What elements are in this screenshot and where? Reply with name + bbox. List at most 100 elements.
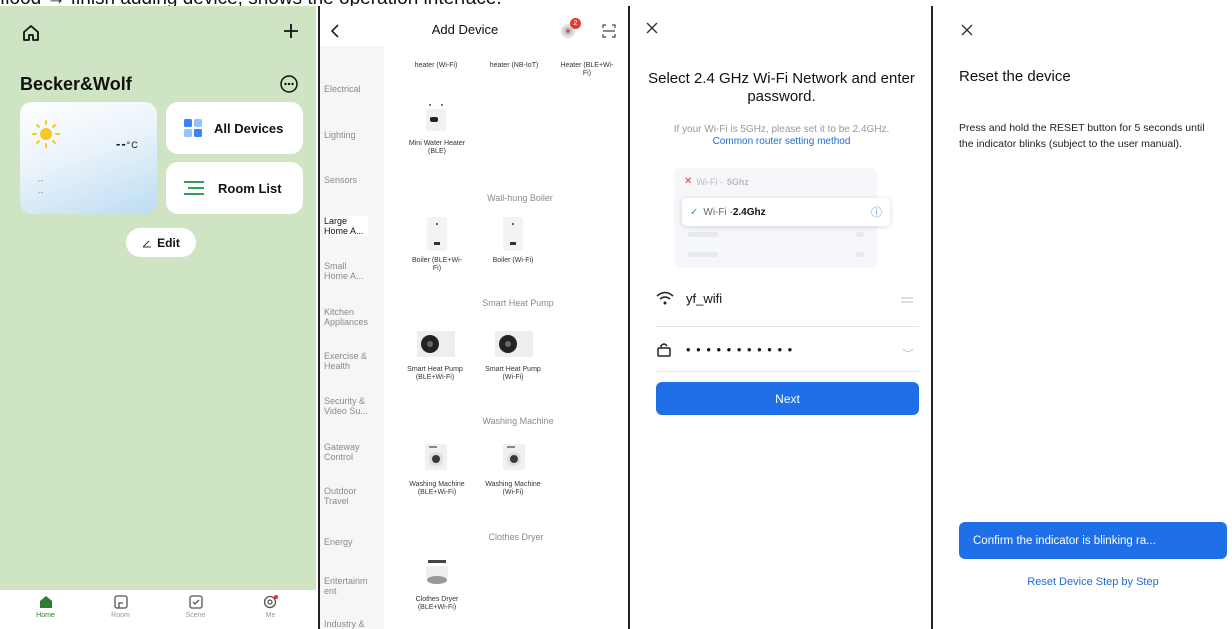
device-heat-pump-wifi[interactable]: Smart Heat Pump (Wi-Fi) (484, 366, 542, 382)
confirm-blinking-button[interactable]: Confirm the indicator is blinking ra... (959, 522, 1227, 559)
password-divider (656, 371, 919, 372)
category-lighting[interactable]: Lighting (324, 130, 384, 140)
wifi-title: Select 2.4 GHz Wi-Fi Network and enter p… (648, 70, 915, 105)
more-icon[interactable] (279, 74, 299, 94)
boiler-image (426, 216, 448, 252)
device-boiler-ble-wifi[interactable]: Boiler (BLE+Wi-Fi) (408, 257, 466, 273)
add-device-screen: Add Device 2 Electrical Lighting Sensors… (318, 6, 626, 629)
washer-image (424, 443, 448, 471)
lock-icon (656, 341, 672, 357)
scan-qr-icon[interactable] (602, 24, 616, 38)
washer-image-2 (502, 443, 526, 471)
grid-icon (184, 119, 202, 137)
info-icon: ⓘ (871, 207, 882, 219)
wifi-note-text: If your Wi-Fi is 5GHz, please set it to … (673, 124, 890, 135)
reset-instructions: Press and hold the RESET button for 5 se… (959, 122, 1205, 150)
section-washing-machine: Washing Machine (482, 416, 554, 426)
category-electrical[interactable]: Electrical (324, 84, 384, 94)
heat-pump-image-2 (494, 330, 534, 358)
reset-device-screen: Reset the device Press and hold the RESE… (931, 6, 1232, 629)
tab-home-label: Home (36, 612, 55, 619)
weather-detail-2: -- (38, 188, 44, 197)
category-security[interactable]: Security & Video Su... (324, 396, 368, 416)
reset-title: Reset the device (959, 68, 1071, 85)
tab-scene[interactable]: Scene (166, 590, 226, 629)
next-button[interactable]: Next (656, 382, 919, 415)
network-5ghz: ✕ Wi-Fi - 5Ghz (684, 176, 749, 187)
router-setting-link[interactable]: Common router setting method (640, 136, 923, 148)
device-heater-wifi[interactable]: heater (Wi-Fi) (407, 62, 465, 70)
category-entertainment[interactable]: Entertainm ent (324, 576, 368, 596)
category-industry[interactable]: Industry & (324, 619, 384, 629)
ssid-divider (656, 326, 919, 327)
home-screen: Becker&Wolf --°C -- -- All Devices Room … (0, 6, 316, 629)
placeholder-bar (688, 232, 718, 237)
tab-room[interactable]: Room (91, 590, 151, 629)
category-outdoor[interactable]: Outdoor Travel (324, 486, 368, 506)
device-heater-ble-wifi[interactable]: Heater (BLE+Wi-Fi) (558, 62, 616, 78)
tab-me-label: Me (265, 612, 276, 619)
wifi-icon (656, 291, 674, 305)
network-5ghz-prefix: Wi-Fi - (696, 176, 723, 187)
device-washer-wifi[interactable]: Washing Machine (Wi-Fi) (484, 481, 542, 497)
placeholder-dot-2 (856, 252, 864, 257)
add-icon[interactable] (282, 22, 300, 40)
home-icon[interactable] (22, 24, 40, 42)
room-list-label: Room List (218, 180, 282, 196)
device-clothes-dryer[interactable]: Clothes Dryer (BLE+Wi-Fi) (408, 596, 466, 612)
sun-icon (32, 120, 60, 148)
tab-home[interactable]: Home (16, 590, 76, 629)
boiler-image-2 (502, 216, 524, 252)
category-large-home[interactable]: Large Home A... (324, 216, 368, 236)
mini-heater-image (424, 103, 448, 133)
eye-icon[interactable] (902, 348, 914, 354)
device-mini-water-heater[interactable]: Mini Water Heater (BLE) (408, 140, 466, 156)
category-small-home[interactable]: Small Home A... (324, 261, 368, 281)
category-gateway[interactable]: Gateway Control (324, 442, 368, 462)
device-boiler-wifi[interactable]: Boiler (Wi-Fi) (484, 257, 542, 265)
all-devices-button[interactable]: All Devices (166, 102, 303, 154)
home-brand-title: Becker&Wolf (20, 74, 132, 94)
room-tab-icon (113, 595, 128, 609)
heat-pump-image (416, 330, 456, 358)
room-list-button[interactable]: Room List (166, 162, 303, 214)
weather-card[interactable]: --°C -- -- (20, 102, 157, 214)
notification-badge: 2 (570, 18, 581, 29)
network-24ghz: ✓ Wi-Fi - 2.4Ghz ⓘ (682, 198, 890, 226)
section-clothes-dryer: Clothes Dryer (488, 532, 544, 542)
tab-me[interactable]: Me (241, 590, 301, 629)
category-kitchen[interactable]: Kitchen Appliances (324, 307, 368, 327)
switch-network-icon[interactable] (900, 296, 914, 304)
dryer-image (422, 558, 452, 588)
me-tab-icon (263, 595, 278, 609)
category-exercise[interactable]: Exercise & Health (324, 351, 370, 371)
placeholder-dot (856, 232, 864, 237)
list-icon (184, 180, 204, 196)
scene-tab-icon (188, 595, 203, 609)
wifi-note: If your Wi-Fi is 5GHz, please set it to … (640, 124, 923, 148)
placeholder-bar-2 (688, 252, 718, 257)
network-5ghz-band: 5Ghz (726, 176, 749, 187)
device-heater-nbiot[interactable]: heater (NB-IoT) (485, 62, 543, 70)
home-tab-icon (39, 596, 52, 608)
tab-room-label: Room (111, 612, 130, 619)
password-field[interactable]: • • • • • • • • • • • (686, 342, 793, 357)
edit-label: Edit (157, 235, 180, 250)
section-heat-pump: Smart Heat Pump (482, 298, 554, 308)
reset-step-link[interactable]: Reset Device Step by Step (959, 576, 1227, 588)
category-sensors[interactable]: Sensors (324, 175, 384, 185)
tab-scene-label: Scene (185, 612, 206, 619)
section-wall-boiler: Wall-hung Boiler (487, 193, 553, 203)
ssid-field[interactable]: yf_wifi (686, 291, 722, 306)
temperature-value: --°C (116, 136, 139, 151)
network-24ghz-band: 2.4Ghz (732, 206, 766, 218)
device-washer-ble-wifi[interactable]: Washing Machine (BLE+Wi-Fi) (408, 481, 466, 497)
edit-button[interactable]: Edit (126, 228, 196, 257)
close-icon[interactable] (646, 22, 658, 34)
check-icon: ✓ (690, 206, 699, 218)
weather-detail-1: -- (38, 176, 44, 185)
error-x-icon: ✕ (684, 176, 693, 187)
device-heat-pump-ble-wifi[interactable]: Smart Heat Pump (BLE+Wi-Fi) (406, 366, 464, 382)
close-icon[interactable] (961, 24, 973, 36)
category-energy[interactable]: Energy (324, 537, 384, 547)
